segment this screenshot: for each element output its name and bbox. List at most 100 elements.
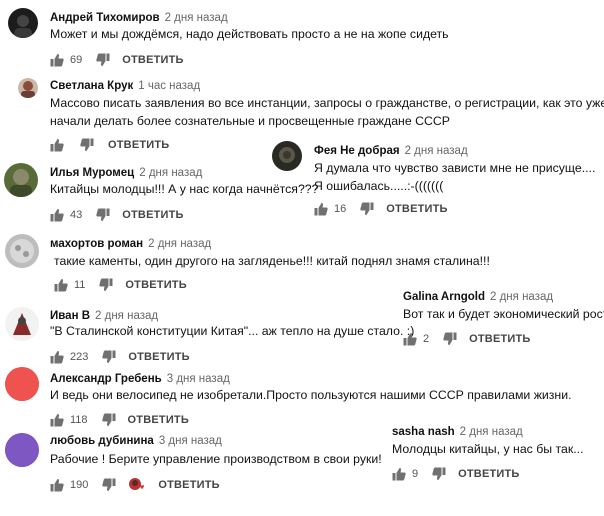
comment-text: И ведь они велосипед не изобретали.Прост… xyxy=(50,388,572,402)
avatar[interactable] xyxy=(5,367,39,401)
comment-text: Молодцы китайцы, у нас бы так... xyxy=(392,442,584,456)
comment-meta: любовь дубинина 3 дня назад xyxy=(50,434,222,448)
creator-heart-icon xyxy=(128,477,146,493)
comment-actions: 2 ОТВЕТИТЬ xyxy=(403,331,531,347)
comment-actions: 223 ОТВЕТИТЬ xyxy=(50,349,190,365)
thumb-up-icon[interactable] xyxy=(50,208,64,222)
comment-author[interactable]: Иван В xyxy=(50,310,90,322)
like-count: 43 xyxy=(70,209,83,221)
reply-button[interactable]: ОТВЕТИТЬ xyxy=(122,209,183,221)
comment-meta: Фея Не добрая 2 дня назад xyxy=(314,144,468,158)
comment-meta: Иван В 2 дня назад xyxy=(50,309,158,323)
avatar[interactable] xyxy=(5,307,39,341)
reply-button[interactable]: ОТВЕТИТЬ xyxy=(158,479,219,491)
comment-author[interactable]: Фея Не добрая xyxy=(314,145,400,157)
avatar[interactable] xyxy=(4,163,38,197)
comment-text: Китайцы молодцы!!! А у нас когда начнётс… xyxy=(50,182,319,196)
comment-actions: 118 ОТВЕТИТЬ xyxy=(50,412,189,428)
comment-author[interactable]: Светлана Крук xyxy=(50,80,133,92)
comment-actions: 11 ОТВЕТИТЬ xyxy=(54,277,187,293)
reply-button[interactable]: ОТВЕТИТЬ xyxy=(125,279,186,291)
comment-actions: ОТВЕТИТЬ xyxy=(50,137,169,153)
comment-actions: 16 ОТВЕТИТЬ xyxy=(314,201,448,217)
avatar-photo-icon xyxy=(10,239,34,263)
avatar-initial-icon xyxy=(5,433,39,467)
comment-time[interactable]: 2 дня назад xyxy=(405,145,468,157)
like-count: 11 xyxy=(74,279,86,291)
comment-meta: Илья Муромец 2 дня назад xyxy=(50,166,202,180)
comment-author[interactable]: Александр Гребень xyxy=(50,373,162,385)
thumb-up-icon[interactable] xyxy=(392,467,406,481)
thumb-up-icon[interactable] xyxy=(50,413,64,427)
comment-meta: sasha nash 2 дня назад xyxy=(392,425,523,439)
avatar-photo-icon xyxy=(21,81,35,98)
avatar[interactable] xyxy=(8,8,38,38)
avatar-photo-icon xyxy=(10,169,32,197)
like-count: 69 xyxy=(70,54,83,66)
comment-author[interactable]: махортов роман xyxy=(50,238,143,250)
avatar[interactable] xyxy=(272,141,302,171)
thumb-down-icon[interactable] xyxy=(96,53,110,67)
comment-meta: Светлана Крук 1 час назад xyxy=(50,79,200,93)
comment-time[interactable]: 2 дня назад xyxy=(460,426,523,438)
comment-text: "В Сталинской конституции Китая"... аж т… xyxy=(50,324,415,338)
comment-actions: 9 ОТВЕТИТЬ xyxy=(392,466,520,482)
reply-button[interactable]: ОТВЕТИТЬ xyxy=(128,414,189,426)
comment-text: начали делать более сознательные и просв… xyxy=(50,114,450,128)
avatar[interactable] xyxy=(18,78,38,98)
comment-meta: Galina Arngold 2 дня назад xyxy=(403,290,553,304)
reply-button[interactable]: ОТВЕТИТЬ xyxy=(386,203,447,215)
comment-time[interactable]: 2 дня назад xyxy=(139,167,202,179)
reply-button[interactable]: ОТВЕТИТЬ xyxy=(128,351,189,363)
thumb-up-icon[interactable] xyxy=(50,478,64,492)
thumb-down-icon[interactable] xyxy=(360,202,374,216)
reply-button[interactable]: ОТВЕТИТЬ xyxy=(458,468,519,480)
thumb-down-icon[interactable] xyxy=(99,278,113,292)
comment-text: Я ошибалась.....:-((((((( xyxy=(314,179,444,193)
avatar-initial-icon xyxy=(5,367,39,401)
comment-time[interactable]: 3 дня назад xyxy=(159,435,222,447)
thumb-up-icon[interactable] xyxy=(50,350,64,364)
thumb-down-icon[interactable] xyxy=(443,332,457,346)
comment-time[interactable]: 2 дня назад xyxy=(148,238,211,250)
avatar[interactable] xyxy=(5,433,39,467)
comment-actions: 69 ОТВЕТИТЬ xyxy=(50,52,184,68)
comment-time[interactable]: 2 дня назад xyxy=(490,291,553,303)
comment-author[interactable]: любовь дубинина xyxy=(50,435,154,447)
comment-text: Может и мы дождёмся, надо действовать пр… xyxy=(50,27,449,41)
comment-author[interactable]: Андрей Тихомиров xyxy=(50,12,160,24)
reply-button[interactable]: ОТВЕТИТЬ xyxy=(108,139,169,151)
thumb-down-icon[interactable] xyxy=(102,478,116,492)
comment-text: Рабочие ! Берите управление производство… xyxy=(50,452,382,466)
comment-meta: Александр Гребень 3 дня назад xyxy=(50,372,230,386)
comment-time[interactable]: 2 дня назад xyxy=(95,310,158,322)
thumb-down-icon[interactable] xyxy=(102,350,116,364)
thumb-up-icon[interactable] xyxy=(50,53,64,67)
avatar-photo-icon xyxy=(279,147,295,163)
like-count: 2 xyxy=(423,333,430,345)
like-count: 16 xyxy=(334,203,347,215)
comment-actions: 43 ОТВЕТИТЬ xyxy=(50,207,184,223)
thumb-down-icon[interactable] xyxy=(101,413,116,427)
comment-time[interactable]: 2 дня назад xyxy=(165,12,228,24)
comment-text: такие каменты, один другого на заглядень… xyxy=(54,254,490,268)
like-count: 9 xyxy=(412,468,419,480)
like-count: 190 xyxy=(70,479,89,491)
comment-time[interactable]: 3 дня назад xyxy=(167,373,230,385)
thumb-down-icon[interactable] xyxy=(80,138,94,152)
comment-meta: Андрей Тихомиров 2 дня назад xyxy=(50,11,228,25)
comment-author[interactable]: Илья Муромец xyxy=(50,167,134,179)
reply-button[interactable]: ОТВЕТИТЬ xyxy=(469,333,530,345)
comment-author[interactable]: Galina Arngold xyxy=(403,291,485,303)
thumb-up-icon[interactable] xyxy=(54,278,68,292)
thumb-down-icon[interactable] xyxy=(432,467,446,481)
avatar[interactable] xyxy=(5,234,39,268)
thumb-up-icon[interactable] xyxy=(403,332,417,346)
reply-button[interactable]: ОТВЕТИТЬ xyxy=(122,54,183,66)
thumb-up-icon[interactable] xyxy=(314,202,328,216)
thumb-up-icon[interactable] xyxy=(50,138,64,152)
comment-text: Я думала что чувство зависти мне не прис… xyxy=(314,161,596,175)
comment-time[interactable]: 1 час назад xyxy=(138,80,200,92)
thumb-down-icon[interactable] xyxy=(96,208,110,222)
comment-author[interactable]: sasha nash xyxy=(392,426,455,438)
